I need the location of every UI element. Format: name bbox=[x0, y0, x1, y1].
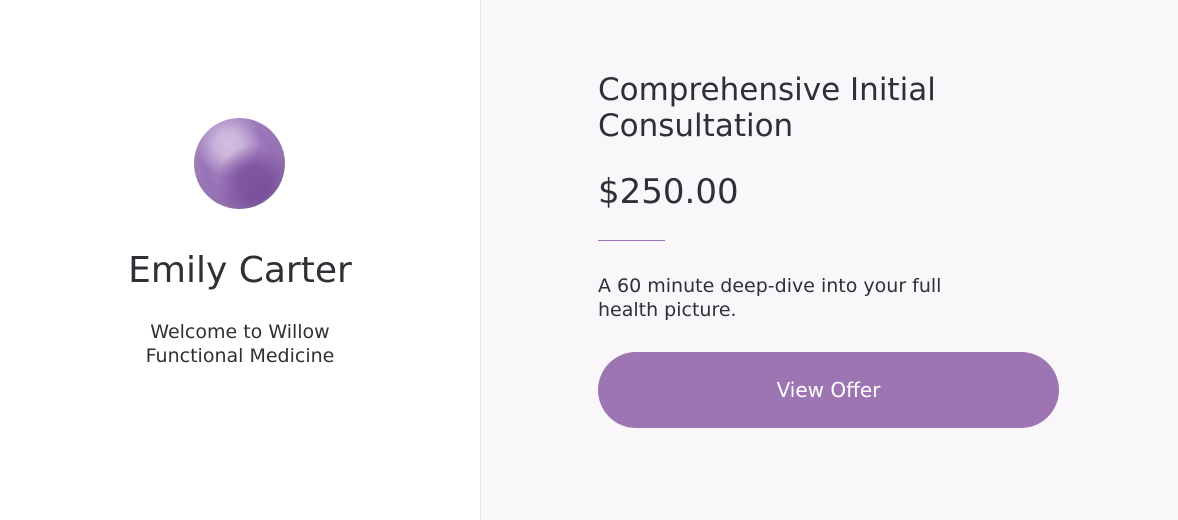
offer-price: $250.00 bbox=[598, 172, 739, 212]
practitioner-name: Emily Carter bbox=[128, 250, 352, 291]
page: Emily Carter Welcome to Willow Functiona… bbox=[0, 0, 1178, 520]
avatar bbox=[194, 118, 285, 209]
accent-divider bbox=[598, 240, 665, 241]
offer-title: Comprehensive Initial Consultation bbox=[598, 72, 936, 144]
welcome-text: Welcome to Willow Functional Medicine bbox=[145, 321, 335, 367]
view-offer-button[interactable]: View Offer bbox=[598, 352, 1059, 428]
offer-panel: Comprehensive Initial Consultation $250.… bbox=[481, 0, 1178, 520]
practitioner-panel: Emily Carter Welcome to Willow Functiona… bbox=[0, 0, 480, 520]
offer-description: A 60 minute deep-dive into your full hea… bbox=[598, 275, 942, 321]
